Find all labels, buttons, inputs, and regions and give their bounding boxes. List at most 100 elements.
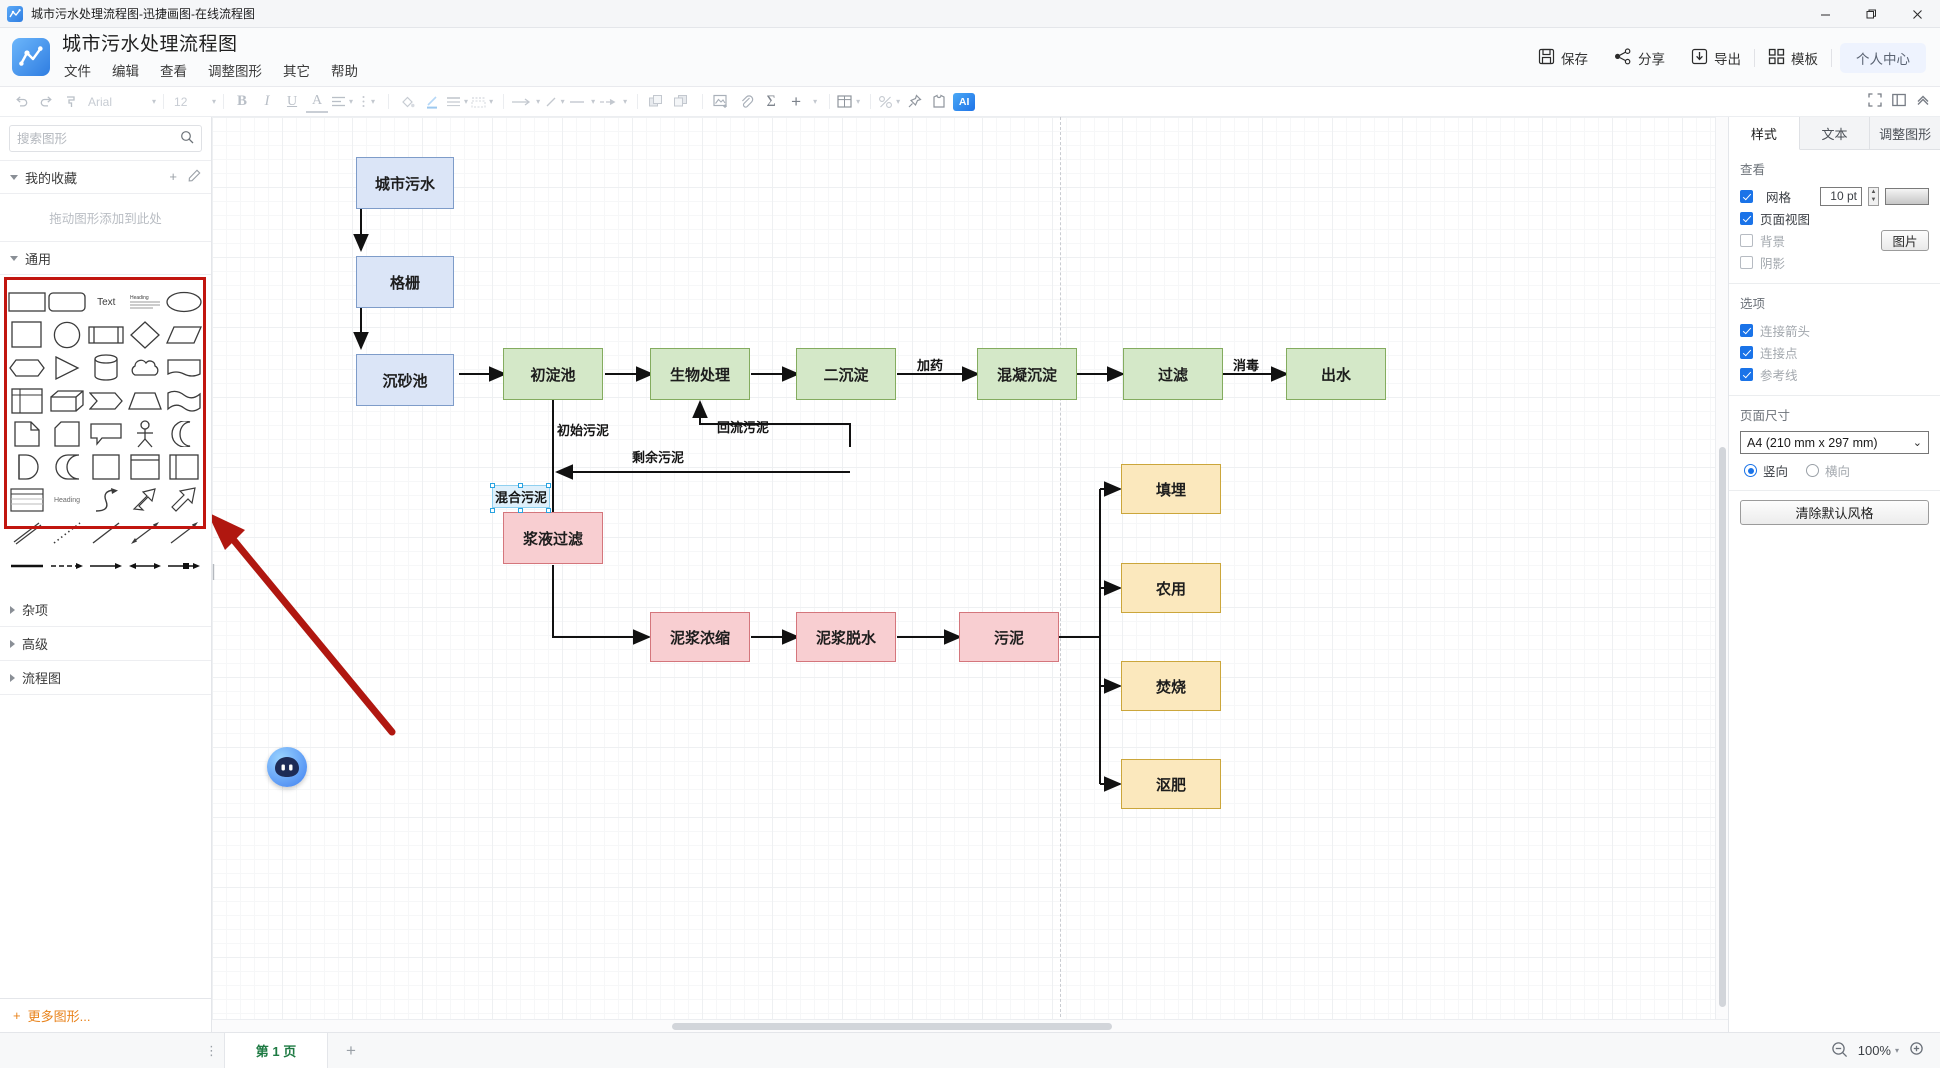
- shape-text[interactable]: Text: [88, 288, 125, 316]
- shape-dotted-line[interactable]: [48, 519, 86, 547]
- sidebar-section-favorites[interactable]: 我的收藏 +: [0, 161, 211, 194]
- shape-table[interactable]: [8, 387, 46, 415]
- shape-window[interactable]: [127, 453, 164, 481]
- selection-handle-ne[interactable]: [546, 483, 551, 488]
- add-page-button[interactable]: +: [328, 1033, 374, 1068]
- node-agricultural-use[interactable]: 农用: [1121, 563, 1221, 613]
- menu-item-adjust-shape[interactable]: 调整图形: [206, 59, 264, 81]
- menu-item-help[interactable]: 帮助: [329, 59, 360, 81]
- grid-checkbox[interactable]: [1740, 189, 1753, 203]
- shape-card[interactable]: [48, 420, 86, 448]
- edge-label-primary-sludge[interactable]: 初始污泥: [557, 420, 609, 439]
- table-icon[interactable]: ▾: [837, 91, 860, 113]
- node-effluent[interactable]: 出水: [1286, 348, 1386, 400]
- grid-size-input[interactable]: 10 pt: [1820, 186, 1862, 206]
- shape-double-line[interactable]: [8, 519, 46, 547]
- node-secondary-settling[interactable]: 二沉淀: [796, 348, 896, 400]
- vertical-scroll-thumb[interactable]: [1719, 447, 1726, 1007]
- shape-double-head-arrow[interactable]: [127, 519, 164, 547]
- share-button[interactable]: 分享: [1601, 43, 1678, 73]
- grid-size-stepper[interactable]: ▲ ▼: [1868, 186, 1879, 206]
- shape-tape[interactable]: [48, 453, 86, 481]
- line-type-icon[interactable]: ▾: [543, 91, 565, 113]
- shape-hexagon[interactable]: [8, 354, 46, 382]
- portrait-radio[interactable]: [1744, 464, 1757, 477]
- maximize-button[interactable]: [1848, 0, 1894, 28]
- add-favorite-icon[interactable]: +: [169, 169, 177, 185]
- underline-button[interactable]: U: [281, 91, 303, 113]
- send-back-icon[interactable]: [670, 91, 692, 113]
- font-size-select[interactable]: ▾: [171, 92, 216, 111]
- node-landfill[interactable]: 填埋: [1121, 464, 1221, 514]
- edge-label-disinfection[interactable]: 消毒: [1233, 355, 1259, 374]
- minimize-button[interactable]: [1802, 0, 1848, 28]
- vertical-scrollbar[interactable]: [1715, 117, 1728, 1019]
- guides-checkbox[interactable]: [1740, 367, 1753, 381]
- user-center-button[interactable]: 个人中心: [1840, 42, 1926, 73]
- insert-image-icon[interactable]: [710, 91, 732, 113]
- tab-style[interactable]: 样式: [1729, 117, 1800, 150]
- shape-crescent[interactable]: [165, 420, 203, 448]
- shape-arrow-line[interactable]: [165, 519, 203, 547]
- menu-item-view[interactable]: 查看: [158, 59, 189, 81]
- clear-default-style-button[interactable]: 清除默认风格: [1740, 500, 1929, 525]
- pin-icon[interactable]: [903, 91, 925, 113]
- arrow-end-icon[interactable]: ▾: [598, 91, 627, 113]
- node-primary-settling[interactable]: 初淀池: [503, 348, 603, 400]
- node-grit-chamber[interactable]: 沉砂池: [356, 354, 454, 406]
- selection-handle-s[interactable]: [518, 508, 523, 513]
- connection-points-checkbox[interactable]: [1740, 345, 1753, 359]
- border-style-icon[interactable]: ▾: [471, 91, 493, 113]
- node-sludge-thickening[interactable]: 泥浆浓缩: [650, 612, 750, 662]
- page-view-checkbox[interactable]: [1740, 211, 1753, 225]
- diagram-canvas[interactable]: 城市污水 格栅 沉砂池 初淀池 生物处理 二沉淀 混凝沉淀 过滤 出水 浆液过滤…: [212, 117, 1728, 1032]
- shape-heading-text[interactable]: Heading: [127, 288, 164, 316]
- shape-rounded-rectangle[interactable]: [48, 288, 86, 316]
- shape-callout[interactable]: [88, 420, 125, 448]
- node-urban-sewage[interactable]: 城市污水: [356, 157, 454, 209]
- font-family-input[interactable]: [85, 92, 149, 111]
- search-field[interactable]: [17, 131, 180, 146]
- shape-rectangle[interactable]: [8, 288, 46, 316]
- shape-circle[interactable]: [48, 321, 86, 349]
- italic-button[interactable]: I: [256, 91, 278, 113]
- edge-label-return-sludge[interactable]: 回流污泥: [717, 417, 769, 436]
- undo-icon[interactable]: [10, 91, 32, 113]
- bring-front-icon[interactable]: [645, 91, 667, 113]
- background-checkbox[interactable]: [1740, 233, 1753, 247]
- shape-cloud[interactable]: [127, 354, 164, 382]
- formula-icon[interactable]: Σ: [760, 91, 782, 113]
- menu-item-other[interactable]: 其它: [281, 59, 312, 81]
- sidebar-section-general[interactable]: 通用: [0, 242, 211, 275]
- format-painter-icon[interactable]: [60, 91, 82, 113]
- shape-actor[interactable]: [127, 420, 164, 448]
- page-tab-1[interactable]: 第 1 页: [224, 1032, 328, 1068]
- shape-trapezoid[interactable]: [127, 387, 164, 415]
- zoom-in-button[interactable]: [1909, 1041, 1926, 1061]
- background-image-button[interactable]: 图片: [1881, 229, 1929, 251]
- selection-handle-se[interactable]: [546, 508, 551, 513]
- menu-item-edit[interactable]: 编辑: [110, 59, 141, 81]
- shape-list-box[interactable]: [8, 486, 46, 514]
- zoom-level-select[interactable]: 100% ▾: [1858, 1043, 1899, 1058]
- sidebar-section-flowchart[interactable]: 流程图: [0, 661, 211, 695]
- selection-handle-n[interactable]: [518, 483, 523, 488]
- shape-parallelogram[interactable]: [165, 321, 203, 349]
- selection-handle-nw[interactable]: [490, 483, 495, 488]
- line-style-icon[interactable]: ▾: [446, 91, 468, 113]
- orientation-landscape[interactable]: 横向: [1806, 461, 1850, 480]
- shape-diamond[interactable]: [127, 321, 164, 349]
- font-size-input[interactable]: [171, 92, 210, 111]
- page-size-select[interactable]: A4 (210 mm x 297 mm) ⌄: [1740, 431, 1929, 454]
- node-biological[interactable]: 生物处理: [650, 348, 750, 400]
- font-color-button[interactable]: A: [306, 91, 329, 113]
- selection-handle-sw[interactable]: [490, 508, 495, 513]
- horizontal-scroll-thumb[interactable]: [672, 1023, 1112, 1030]
- node-slurry-filtration[interactable]: 浆液过滤: [503, 512, 603, 564]
- node-sludge-dewatering[interactable]: 泥浆脱水: [796, 612, 896, 662]
- panel-icon[interactable]: [1892, 93, 1906, 110]
- grid-color-swatch[interactable]: [1885, 187, 1929, 205]
- node-coagulation[interactable]: 混凝沉淀: [977, 348, 1077, 400]
- fullscreen-icon[interactable]: [1868, 93, 1882, 110]
- edge-label-excess-sludge[interactable]: 剩余污泥: [632, 447, 684, 466]
